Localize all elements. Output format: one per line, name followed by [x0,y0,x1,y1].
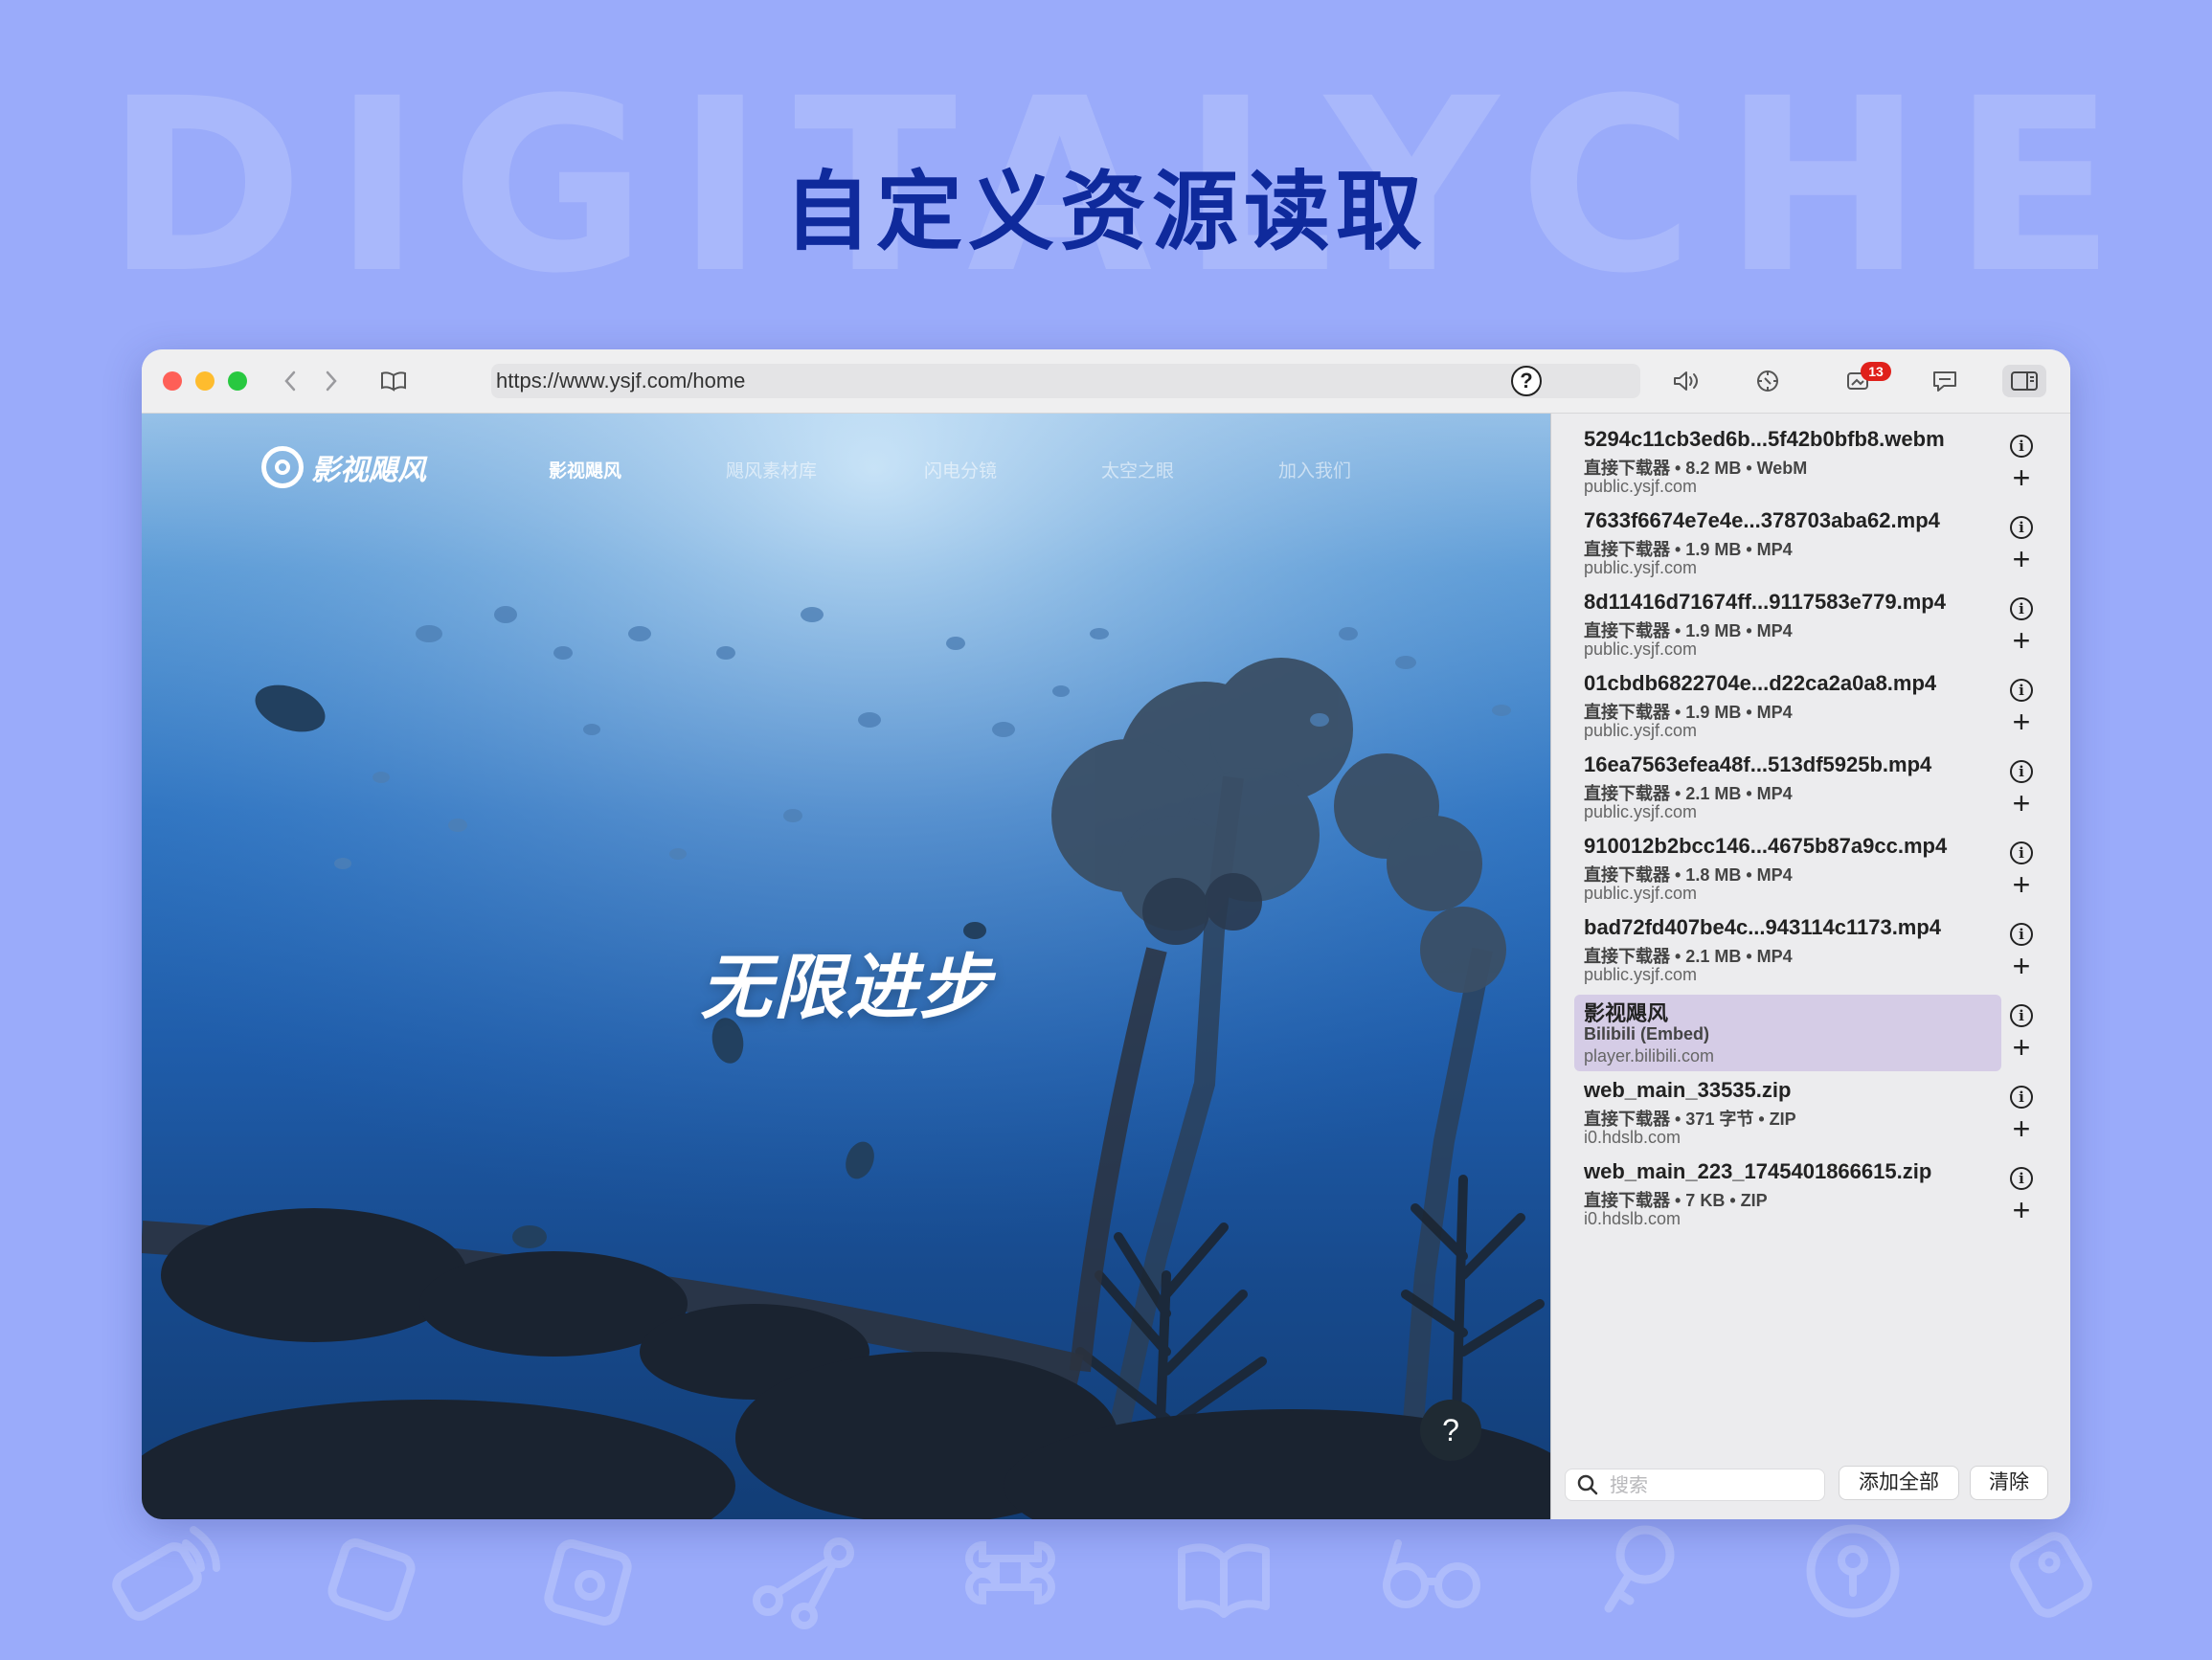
nav-link-asset-library[interactable]: 飓风素材库 [726,457,817,482]
page-help-button[interactable]: ? [1511,366,1542,396]
resource-host: public.ysjf.com [1584,639,1698,659]
decorative-icon-row [0,1503,2212,1660]
resource-title: bad72fd407be4c...943114c1173.mp4 [1584,915,1942,939]
close-window-button[interactable] [163,371,182,391]
bookmarks-book-icon[interactable] [377,365,410,397]
resource-host: public.ysjf.com [1584,721,1698,740]
command-icon [965,1540,1055,1605]
book-icon [1178,1543,1270,1618]
floating-help-button[interactable]: ? [1420,1400,1481,1461]
forward-icon[interactable] [315,365,348,397]
sidebar-toggle-icon[interactable] [2002,365,2046,397]
search-input[interactable] [1608,1469,1822,1502]
resource-title: web_main_223_1745401866615.zip [1584,1159,1932,1183]
resource-host: public.ysjf.com [1584,477,1698,496]
resource-host: public.ysjf.com [1584,802,1698,821]
nav-link-home[interactable]: 影视飓风 [549,457,621,482]
add-all-button[interactable]: 添加全部 [1839,1466,1959,1500]
plus-icon[interactable]: + [2008,707,2035,737]
info-icon[interactable]: i [2010,435,2033,458]
plus-icon[interactable]: + [2008,462,2035,493]
resource-title: 8d11416d71674ff...9117583e779.mp4 [1584,590,1946,614]
info-icon[interactable]: i [2010,679,2033,702]
resource-item[interactable]: 影视飓风 Bilibili (Embed) player.bilibili.com [1574,995,2001,1071]
nav-link-storyboard[interactable]: 闪电分镜 [924,457,997,482]
chat-bubble-icon[interactable] [1929,365,1961,397]
resource-host: public.ysjf.com [1584,965,1698,984]
search-icon [1577,1474,1598,1495]
resource-host: i0.hdslb.com [1584,1128,1682,1147]
glasses-icon [1383,1539,1480,1608]
plus-icon[interactable]: + [2008,1195,2035,1225]
wallet-icon [327,1538,416,1621]
resource-item[interactable]: web_main_223_1745401866615.zip 直接下载器 • 7 … [1574,1157,2001,1234]
logo-swirl-icon [261,446,304,488]
nav-link-space-eye[interactable]: 太空之眼 [1101,457,1174,482]
resource-item[interactable]: 910012b2bcc146...4675b87a9cc.mp4 直接下载器 • … [1574,832,2001,909]
resource-host: public.ysjf.com [1584,884,1698,903]
resource-title: 5294c11cb3ed6b...5f42b0bfb8.webm [1584,427,1945,451]
address-bar[interactable]: https://www.ysjf.com/home [491,364,1640,398]
remote-icon [112,1526,220,1621]
info-icon[interactable]: i [2010,760,2033,783]
hero-slogan: 无限进步 [700,948,992,1027]
resource-item[interactable]: 7633f6674e7e4e...378703aba62.mp4 直接下载器 • … [1574,506,2001,583]
info-icon[interactable]: i [2010,1004,2033,1027]
resource-title: web_main_33535.zip [1584,1078,1792,1102]
plus-icon[interactable]: + [2008,1113,2035,1144]
search-box[interactable] [1565,1469,1825,1502]
info-icon[interactable]: i [2010,1167,2033,1190]
sidebar-footer: 添加全部 清除 [1551,1452,2070,1519]
key-icon [1604,1525,1675,1613]
plus-icon[interactable]: + [2008,788,2035,819]
clear-button[interactable]: 清除 [1970,1466,2048,1500]
plus-icon[interactable]: + [2008,869,2035,900]
nav-link-join-us[interactable]: 加入我们 [1278,457,1351,482]
plus-icon[interactable]: + [2008,951,2035,981]
info-icon[interactable]: i [2010,597,2033,620]
address-bar-url: https://www.ysjf.com/home [496,369,746,393]
info-icon[interactable]: i [2010,923,2033,946]
resource-item[interactable]: 8d11416d71674ff...9117583e779.mp4 直接下载器 •… [1574,588,2001,664]
resource-title: 影视飓风 [1584,1001,1669,1025]
resource-meta: Bilibili (Embed) [1584,1024,1710,1043]
resource-item[interactable]: bad72fd407be4c...943114c1173.mp4 直接下载器 • … [1574,913,2001,990]
info-icon[interactable]: i [2010,1086,2033,1109]
resource-item[interactable]: 01cbdb6822704e...d22ca2a0a8.mp4 直接下载器 • 1… [1574,669,2001,746]
network-icon [753,1537,854,1629]
lock-circle-icon [1806,1524,1900,1618]
resource-title: 01cbdb6822704e...d22ca2a0a8.mp4 [1584,671,1937,695]
site-logo-text: 影视飓风 [311,455,426,486]
resource-item[interactable]: 16ea7563efea48f...513df5925b.mp4 直接下载器 • … [1574,751,2001,827]
resource-host: i0.hdslb.com [1584,1209,1682,1228]
resource-host: player.bilibili.com [1584,1046,1715,1066]
resource-title: 910012b2bcc146...4675b87a9cc.mp4 [1584,834,1948,858]
resource-title: 16ea7563efea48f...513df5925b.mp4 [1584,752,1932,776]
web-page-viewport: 影视飓风 影视飓风 飓风素材库 闪电分镜 太空之眼 加入我们 无限进步 ? [142,414,1550,1519]
zoom-window-button[interactable] [228,371,247,391]
plus-icon[interactable]: + [2008,1032,2035,1063]
info-icon[interactable]: i [2010,841,2033,864]
browser-window: https://www.ysjf.com/home ? 13 影视飓风 影视飓风… [142,349,2070,1519]
downloads-extension-icon[interactable]: 13 [1847,362,1891,397]
browser-toolbar: https://www.ysjf.com/home ? 13 [142,349,2070,414]
tag-icon [2010,1532,2092,1618]
site-logo[interactable]: 影视飓风 [261,442,426,492]
page-headline: 自定义资源读取 [784,162,1428,262]
plus-icon[interactable]: + [2008,625,2035,656]
resource-host: public.ysjf.com [1584,558,1698,577]
back-icon[interactable] [274,365,306,397]
minimize-window-button[interactable] [195,371,214,391]
plus-icon[interactable]: + [2008,544,2035,574]
speaker-icon[interactable] [1671,365,1704,397]
extension-gear-icon[interactable] [1751,365,1784,397]
resource-item[interactable]: web_main_33535.zip 直接下载器 • 371 字节 • ZIP i0… [1574,1076,2001,1153]
notification-badge: 13 [1861,362,1891,381]
info-icon[interactable]: i [2010,516,2033,539]
resource-item[interactable]: 5294c11cb3ed6b...5f42b0bfb8.webm 直接下载器 • … [1574,425,2001,502]
resource-sidebar: 5294c11cb3ed6b...5f42b0bfb8.webm 直接下载器 • … [1550,414,2070,1519]
bag-icon [544,1539,632,1626]
resource-title: 7633f6674e7e4e...378703aba62.mp4 [1584,508,1940,532]
